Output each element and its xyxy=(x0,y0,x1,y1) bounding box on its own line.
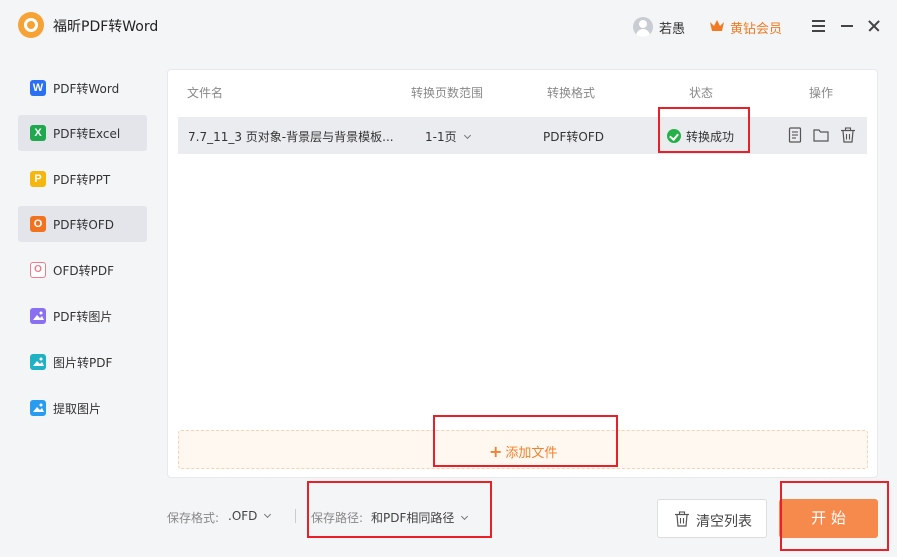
chevron-down-icon xyxy=(264,510,272,519)
crown-icon xyxy=(710,20,724,31)
save-path-dropdown[interactable]: 和PDF相同路径 xyxy=(371,509,469,526)
image-icon xyxy=(30,400,46,416)
close-icon[interactable] xyxy=(866,17,884,35)
sidebar-item-label: PDF转Excel xyxy=(53,127,121,141)
success-check-icon xyxy=(667,129,681,143)
vip-member-link[interactable]: 黄钻会员 xyxy=(730,18,782,37)
title-bar: 福昕PDF转Word 若愚 黄钻会员 xyxy=(0,0,897,56)
ofd-icon: O xyxy=(30,216,46,232)
save-format-dropdown[interactable]: .OFD xyxy=(228,509,272,523)
column-header-format: 转换格式 xyxy=(547,86,596,100)
menu-icon[interactable] xyxy=(810,17,828,35)
sidebar-item-pdf-to-ppt[interactable]: P PDF转PPT xyxy=(18,161,147,197)
sidebar-item-label: 提取图片 xyxy=(53,402,102,416)
app-title: 福昕PDF转Word xyxy=(53,19,159,35)
clear-list-label: 清空列表 xyxy=(696,514,752,530)
sidebar-item-pdf-to-image[interactable]: PDF转图片 xyxy=(18,298,147,334)
page-range-dropdown[interactable]: 1-1页 xyxy=(425,128,471,145)
trash-icon xyxy=(675,511,689,527)
save-format-value: .OFD xyxy=(228,509,258,523)
file-name: 7.7_11_3 页对象-背景层与背景模板... xyxy=(188,130,394,144)
sidebar-item-label: 图片转PDF xyxy=(53,356,113,370)
folder-icon[interactable] xyxy=(812,126,830,144)
chevron-down-icon xyxy=(463,131,471,140)
word-icon: W xyxy=(30,80,46,96)
column-header-page-range: 转换页数范围 xyxy=(411,86,484,100)
minimize-icon[interactable] xyxy=(838,17,856,35)
page-range-value: 1-1页 xyxy=(425,130,457,144)
user-avatar[interactable] xyxy=(633,17,653,37)
sidebar-item-label: OFD转PDF xyxy=(53,264,114,278)
divider xyxy=(295,509,296,523)
conversion-format: PDF转OFD xyxy=(543,130,604,144)
plus-icon: + xyxy=(489,442,503,461)
sidebar-item-extract-images[interactable]: 提取图片 xyxy=(18,390,147,426)
add-files-button[interactable]: + 添加文件 xyxy=(178,430,868,469)
trash-icon[interactable] xyxy=(839,126,857,144)
excel-icon: X xyxy=(30,125,46,141)
sidebar-item-ofd-to-pdf[interactable]: O OFD转PDF xyxy=(18,252,147,288)
ofd-file-icon: O xyxy=(30,262,46,278)
sidebar-item-label: PDF转OFD xyxy=(53,218,114,232)
sidebar-item-label: PDF转PPT xyxy=(53,173,111,187)
save-path-label: 保存路径: xyxy=(311,511,364,525)
sidebar-item-pdf-to-ofd[interactable]: O PDF转OFD xyxy=(18,206,147,242)
start-button[interactable]: 开 始 xyxy=(779,499,878,538)
column-header-actions: 操作 xyxy=(809,86,834,100)
column-header-status: 状态 xyxy=(689,86,714,100)
user-name[interactable]: 若愚 xyxy=(659,18,685,37)
image-icon xyxy=(30,354,46,370)
column-header-filename: 文件名 xyxy=(187,86,224,100)
sidebar-item-pdf-to-word[interactable]: W PDF转Word xyxy=(18,70,147,106)
sidebar-item-image-to-pdf[interactable]: 图片转PDF xyxy=(18,344,147,380)
document-icon[interactable] xyxy=(786,126,804,144)
image-icon xyxy=(30,308,46,324)
ppt-icon: P xyxy=(30,171,46,187)
sidebar-item-pdf-to-excel[interactable]: X PDF转Excel xyxy=(18,115,147,151)
file-list-panel: 文件名 转换页数范围 转换格式 状态 操作 7.7_11_3 页对象-背景层与背… xyxy=(167,69,878,478)
add-files-text: 添加文件 xyxy=(505,446,558,461)
sidebar-item-label: PDF转Word xyxy=(53,82,120,96)
save-format-label: 保存格式: xyxy=(167,511,220,525)
status-text: 转换成功 xyxy=(686,130,735,144)
app-logo xyxy=(18,12,44,38)
save-path-value: 和PDF相同路径 xyxy=(371,511,455,525)
chevron-down-icon xyxy=(461,512,469,521)
sidebar-item-label: PDF转图片 xyxy=(53,310,113,324)
clear-list-button[interactable]: 清空列表 xyxy=(657,499,767,538)
table-row[interactable]: 7.7_11_3 页对象-背景层与背景模板... 1-1页 PDF转OFD 转换… xyxy=(178,117,867,154)
add-files-label: + 添加文件 xyxy=(489,442,557,461)
